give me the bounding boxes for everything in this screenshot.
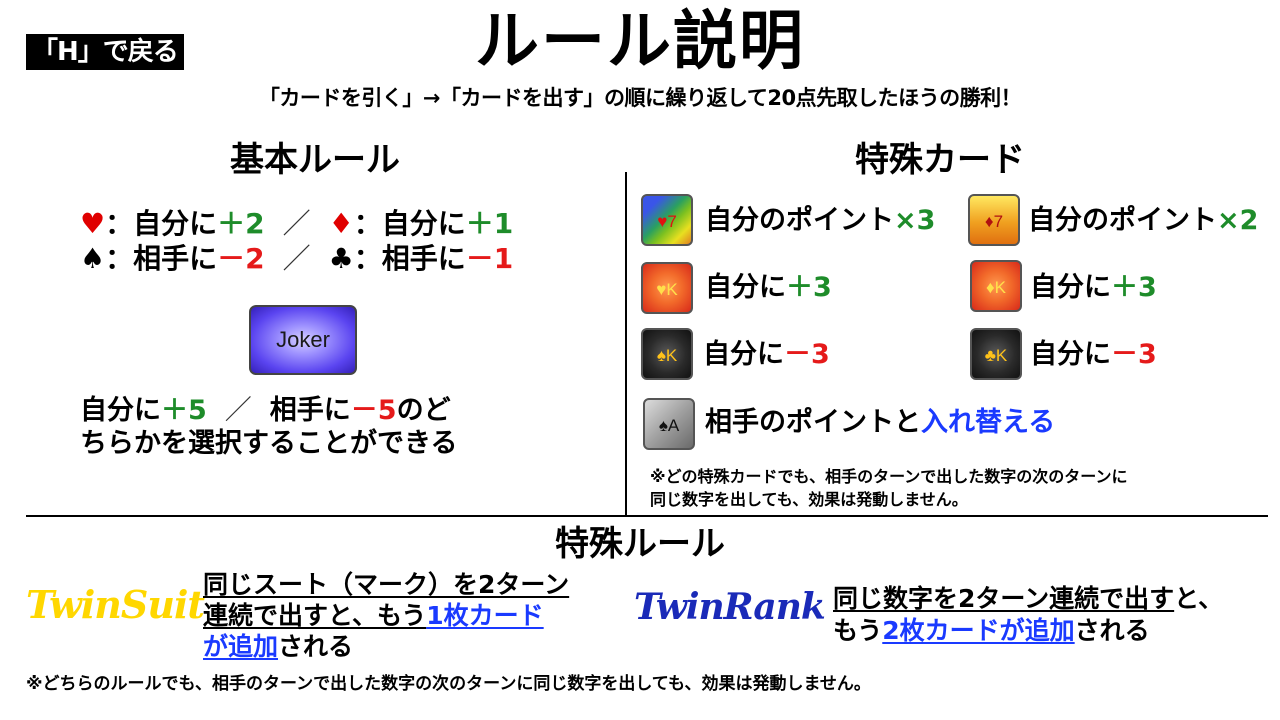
twinrank-text: される: [1074, 616, 1150, 645]
card-spade-k: ♠K: [641, 328, 693, 380]
horizontal-divider: [26, 515, 1268, 517]
twinrank-text: と、: [1174, 584, 1224, 613]
joker-desc-text: 相手に: [269, 395, 351, 426]
joker-desc-value: ＋5: [161, 395, 207, 426]
card-diamond-7: ♦7: [968, 194, 1020, 246]
effect-text: 自分のポイント: [1028, 205, 1217, 236]
special-cards-note-line2: 同じ数字を出しても、効果は発動しません。: [650, 490, 968, 509]
rule-text: ：自分に: [353, 207, 466, 240]
club-icon: ♣: [328, 242, 354, 275]
special-card-effect: 自分に－3: [1030, 337, 1157, 373]
effect-text: 自分のポイント: [705, 205, 894, 236]
basic-rule-row-2: ♠：相手に－2 ／ ♣：相手に－1: [80, 241, 513, 277]
special-card-effect: 相手のポイントと入れ替える: [705, 405, 1055, 441]
twinsuit-text: 同じスート（マーク）を2ターン: [203, 570, 570, 599]
twinrank-highlight: 2枚カードが追加: [882, 616, 1075, 645]
joker-desc-text: 自分に: [80, 395, 161, 426]
twinrank-desc-line2: もう2枚カードが追加される: [833, 616, 1150, 646]
page-title: ルール説明: [475, 5, 805, 79]
rule-value: －1: [465, 242, 514, 275]
basic-rule-row-1: ♥：自分に＋2 ／ ♦：自分に＋1: [80, 206, 513, 242]
effect-value: ×2: [1217, 205, 1259, 236]
effect-text: 相手のポイントと: [705, 407, 921, 438]
rule-text: ：相手に: [105, 242, 218, 275]
effect-value: 入れ替える: [921, 407, 1056, 438]
special-rules-heading: 特殊ルール: [555, 524, 725, 564]
card-heart-k: ♥K: [641, 262, 693, 314]
effect-text: 自分に: [703, 339, 784, 370]
special-rules-footnote: ※どちらのルールでも、相手のターンで出した数字の次のターンに同じ数字を出しても、…: [26, 674, 871, 694]
twinsuit-highlight: 1枚カード: [426, 601, 544, 630]
diamond-icon: ♦: [328, 207, 354, 240]
rule-value: ＋2: [217, 207, 265, 240]
joker-description-line2: ちらかを選択することができる: [80, 428, 458, 459]
effect-value: ＋3: [1111, 272, 1157, 303]
effect-text: 自分に: [1030, 272, 1111, 303]
twinsuit-text: 連続で出すと、もう: [203, 601, 427, 630]
twinsuit-highlight: が追加: [203, 632, 279, 661]
joker-desc-text: のど: [396, 395, 451, 426]
special-card-effect: 自分のポイント×2: [1028, 203, 1258, 239]
spade-icon: ♠: [80, 242, 106, 275]
vertical-divider: [625, 172, 627, 516]
basic-rules-heading: 基本ルール: [230, 140, 400, 180]
separator: ／: [282, 207, 311, 240]
joker-card: Joker: [249, 305, 357, 375]
special-card-effect: 自分のポイント×3: [705, 203, 935, 239]
subtitle: 「カードを引く」→「カードを出す」の順に繰り返して20点先取したほうの勝利！: [258, 86, 1022, 110]
twinrank-logo: TwinRank: [634, 586, 826, 628]
twinrank-text: もう: [833, 616, 883, 645]
rule-value: －2: [217, 242, 265, 275]
twinsuit-logo: TwinSuit: [26, 582, 205, 627]
rule-text: ：自分に: [105, 207, 218, 240]
effect-value: ＋3: [786, 272, 832, 303]
effect-value: －3: [1111, 339, 1157, 370]
special-card-effect: 自分に＋3: [1030, 270, 1157, 306]
special-cards-heading: 特殊カード: [855, 140, 1025, 180]
twinsuit-desc-line2: 連続で出すと、もう1枚カード: [203, 601, 544, 631]
card-club-k: ♣K: [970, 328, 1022, 380]
rule-text: ：相手に: [353, 242, 466, 275]
twinsuit-text: される: [278, 632, 354, 661]
effect-text: 自分に: [1030, 339, 1111, 370]
heart-icon: ♥: [80, 207, 106, 240]
special-cards-note-line1: ※どの特殊カードでも、相手のターンで出した数字の次のターンに: [650, 467, 1128, 486]
special-card-effect: 自分に＋3: [705, 270, 832, 306]
joker-desc-value: －5: [350, 395, 397, 426]
twinsuit-desc-line1: 同じスート（マーク）を2ターン: [203, 570, 569, 600]
twinsuit-desc-line3: が追加される: [203, 632, 353, 662]
twinrank-text: 同じ数字を2ターン連続で出す: [833, 584, 1175, 613]
card-diamond-k: ♦K: [970, 260, 1022, 312]
effect-value: －3: [784, 339, 830, 370]
effect-text: 自分に: [705, 272, 786, 303]
effect-value: ×3: [894, 205, 936, 236]
twinrank-desc-line1: 同じ数字を2ターン連続で出すと、: [833, 584, 1223, 614]
card-spade-a: ♠A: [643, 398, 695, 450]
special-card-effect: 自分に－3: [703, 337, 830, 373]
separator: ／: [224, 395, 252, 426]
card-heart-7: ♥7: [641, 194, 693, 246]
joker-description-line1: 自分に＋5 ／ 相手に－5のど: [80, 393, 451, 429]
rule-value: ＋1: [465, 207, 514, 240]
separator: ／: [282, 242, 311, 275]
